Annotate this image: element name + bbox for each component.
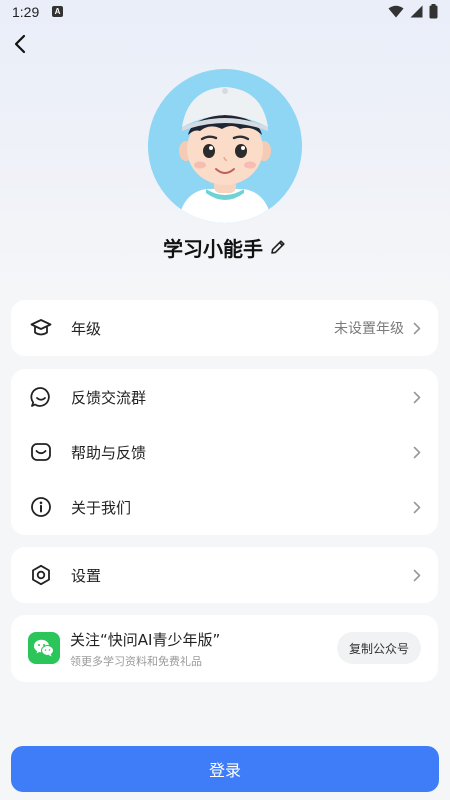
login-button[interactable]: 登录 <box>11 746 439 792</box>
settings-label: 设置 <box>71 566 102 585</box>
notification-icon: A <box>52 6 63 17</box>
chat-bubble-icon <box>29 385 53 409</box>
feedback-group-row[interactable]: 反馈交流群 <box>11 369 438 425</box>
grade-label: 年级 <box>71 319 102 338</box>
about-us-row[interactable]: 关于我们 <box>11 479 438 535</box>
info-icon <box>29 495 53 519</box>
battery-icon <box>429 4 438 19</box>
follow-account-subtitle: 领更多学习资料和免费礼品 <box>70 655 202 668</box>
grade-row[interactable]: 年级 未设置年级 <box>11 300 438 356</box>
settings-row[interactable]: 设置 <box>11 547 438 603</box>
graduation-cap-icon <box>29 316 53 340</box>
status-time: 1:29 <box>12 4 40 20</box>
chevron-right-icon <box>410 390 424 404</box>
profile-name-row[interactable]: 学习小能手 <box>0 232 450 262</box>
signal-icon <box>410 5 423 18</box>
status-icons <box>388 4 438 19</box>
grade-value: 未设置年级 <box>334 321 404 337</box>
chevron-right-icon <box>410 445 424 459</box>
support-card: 反馈交流群 帮助与反馈 关于我们 <box>11 369 438 535</box>
cartoon-boy-avatar-icon <box>148 69 302 223</box>
gear-icon <box>29 563 53 587</box>
chevron-right-icon <box>410 321 424 335</box>
grade-card: 年级 未设置年级 <box>11 300 438 356</box>
follow-account-card: 关注“快问AI青少年版” 领更多学习资料和免费礼品 复制公众号 <box>11 615 438 682</box>
status-bar: 1:29 A <box>0 0 450 24</box>
copy-account-button[interactable]: 复制公众号 <box>336 632 421 664</box>
wifi-icon <box>388 5 404 18</box>
back-button[interactable] <box>8 32 32 56</box>
chevron-right-icon <box>410 500 424 514</box>
avatar[interactable] <box>148 69 302 223</box>
help-feedback-row[interactable]: 帮助与反馈 <box>11 424 438 480</box>
chevron-right-icon <box>410 568 424 582</box>
profile-name: 学习小能手 <box>163 236 263 261</box>
about-us-label: 关于我们 <box>71 498 132 517</box>
help-feedback-label: 帮助与反馈 <box>71 443 147 462</box>
follow-account-title: 关注“快问AI青少年版” <box>70 631 221 649</box>
chevron-left-icon <box>14 34 26 54</box>
pencil-edit-icon[interactable] <box>269 238 287 256</box>
help-envelope-icon <box>29 440 53 464</box>
wechat-icon <box>28 632 60 664</box>
feedback-group-label: 反馈交流群 <box>71 388 147 407</box>
settings-card: 设置 <box>11 547 438 603</box>
